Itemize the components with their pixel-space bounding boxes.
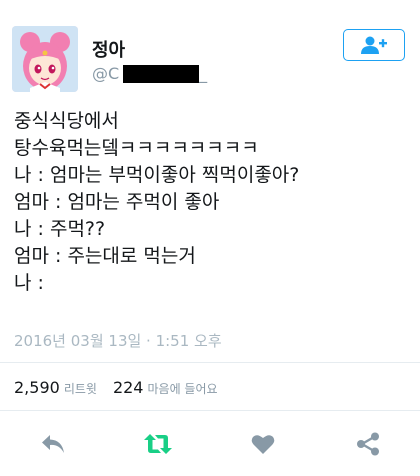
tweet-timestamp[interactable]: 2016년 03월 13일 · 1:51 오후 <box>14 330 222 351</box>
like-button[interactable] <box>248 430 278 458</box>
add-user-icon <box>361 36 387 54</box>
likes-count[interactable]: 224 <box>113 378 144 397</box>
tweet-actions <box>0 424 420 464</box>
avatar-image <box>12 26 78 92</box>
handle-redaction <box>123 64 200 83</box>
retweets-count[interactable]: 2,590 <box>14 378 60 397</box>
divider <box>0 410 420 411</box>
handle-suffix: _ <box>199 64 208 83</box>
tweet-text: 중식식당에서 탕수육먹는뎈ㅋㅋㅋㅋㅋㅋㅋㅋ 나 : 엄마는 부먹이좋아 찍먹이좋… <box>14 108 410 297</box>
divider <box>0 362 420 363</box>
reply-icon <box>42 435 64 453</box>
handle-prefix: @C <box>92 64 120 83</box>
tweet-line: 엄마 : 주는대로 먹는거 <box>14 245 196 267</box>
heart-icon <box>251 435 275 454</box>
likes-label[interactable]: 마음에 들어요 <box>147 380 217 397</box>
follow-button[interactable] <box>343 29 405 61</box>
tweet-line: 엄마 : 엄마는 주먹이 좋아 <box>14 191 220 213</box>
tweet-line: 나 : <box>14 272 44 294</box>
tweet-line: 나 : 주먹?? <box>14 218 106 240</box>
retweet-icon <box>144 434 172 454</box>
avatar[interactable] <box>12 26 78 92</box>
retweets-label[interactable]: 리트윗 <box>64 380 97 397</box>
tweet-line: 나 : 엄마는 부먹이좋아 찍먹이좋아? <box>14 164 300 186</box>
tweet-line: 탕수육먹는뎈ㅋㅋㅋㅋㅋㅋㅋㅋ <box>14 137 259 159</box>
display-name[interactable]: 정아 <box>92 36 125 62</box>
share-icon <box>357 432 379 456</box>
tweet-line: 중식식당에서 <box>14 110 119 132</box>
share-button[interactable] <box>353 430 383 458</box>
reply-button[interactable] <box>38 430 68 458</box>
retweet-button[interactable] <box>143 430 173 458</box>
tweet-stats: 2,590 리트윗 224 마음에 들어요 <box>14 378 234 397</box>
user-handle[interactable]: @C _ <box>92 64 207 83</box>
